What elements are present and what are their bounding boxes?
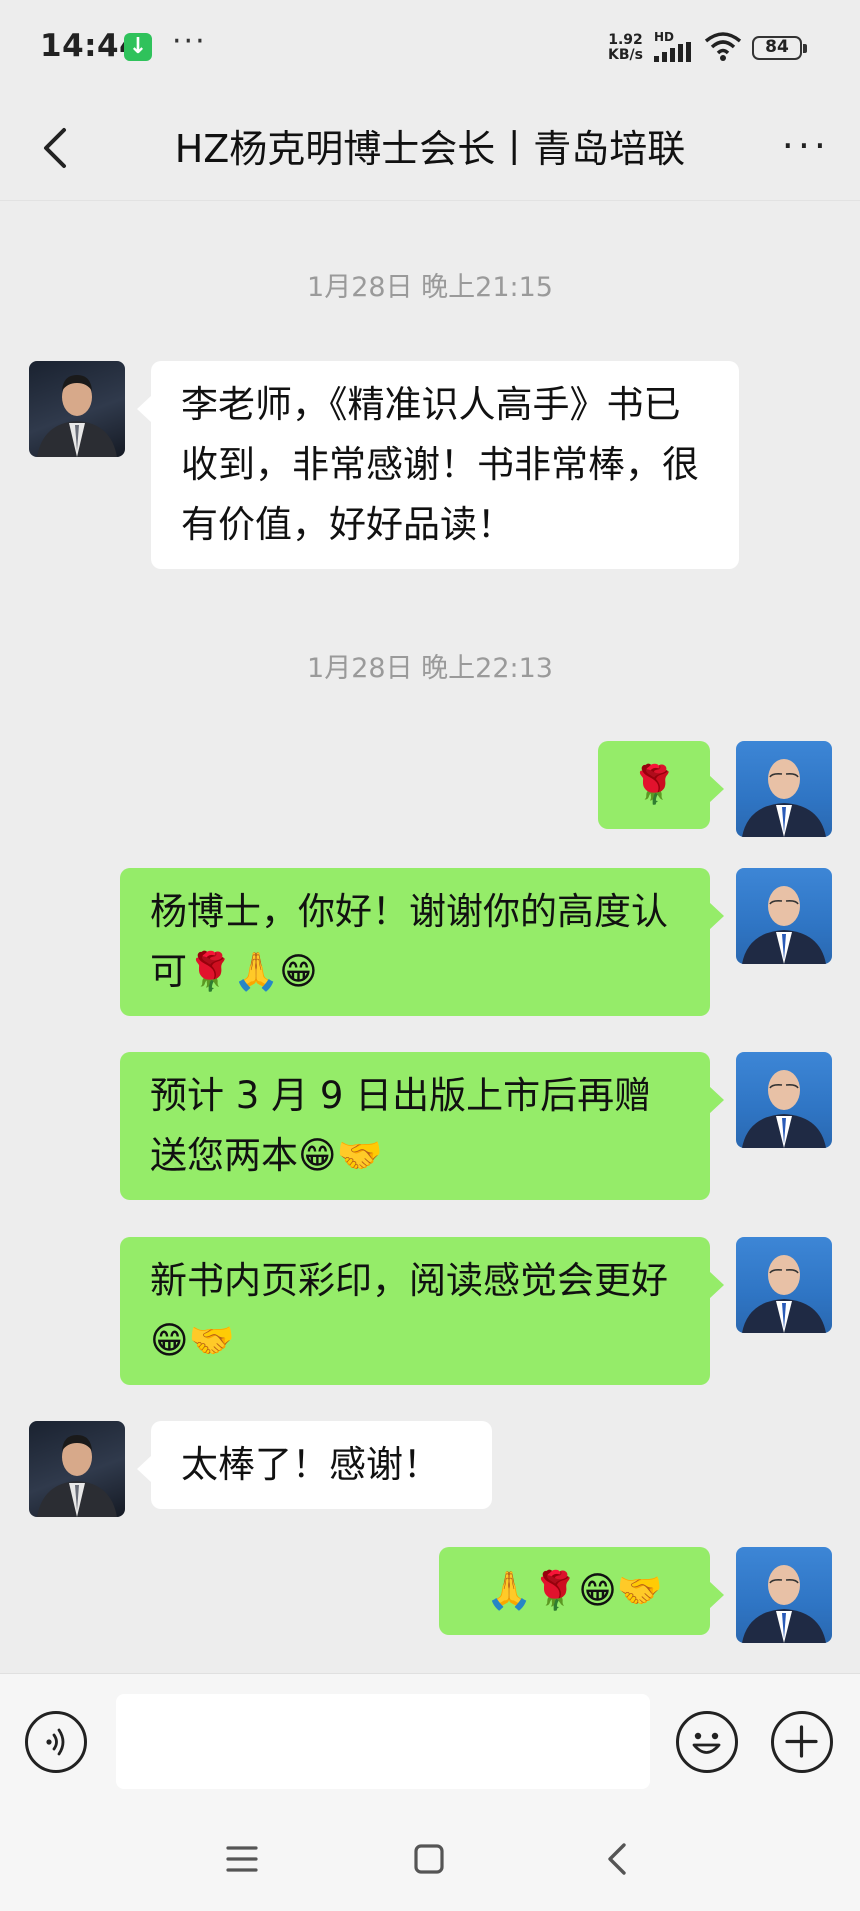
back-icon[interactable]: [600, 1840, 634, 1878]
avatar[interactable]: [29, 1421, 125, 1517]
message-bubble-outgoing[interactable]: 预计 3 月 9 日出版上市后再赠送您两本😁🤝: [120, 1052, 724, 1200]
avatar[interactable]: [736, 1547, 832, 1643]
avatar[interactable]: [736, 868, 832, 964]
plus-icon[interactable]: [771, 1711, 833, 1773]
voice-icon[interactable]: [25, 1711, 87, 1773]
more-dots-icon[interactable]: ···: [782, 124, 830, 168]
message-bubble-outgoing[interactable]: 🌹: [598, 741, 724, 829]
timestamp: 1月28日 晚上21:15: [307, 272, 553, 303]
chat-title: HZ杨克明博士会长丨青岛培联: [174, 127, 686, 171]
menu-icon[interactable]: [225, 1842, 259, 1876]
wifi-icon: [704, 32, 742, 61]
home-icon[interactable]: [412, 1842, 446, 1876]
battery-icon: 84: [752, 36, 807, 60]
message-bubble-incoming[interactable]: 太棒了！感谢！: [137, 1421, 492, 1509]
avatar[interactable]: [736, 1052, 832, 1148]
avatar[interactable]: [29, 361, 125, 457]
status-bar: 14:44 ↓ ··· 1.92 KB/s HD 84: [0, 0, 860, 100]
message-bubble-outgoing[interactable]: 杨博士，你好！谢谢你的高度认可🌹🙏😁: [120, 868, 724, 1016]
message-bubble-incoming[interactable]: 李老师，《精准识人高手》书已收到，非常感谢！书非常棒，很有价值，好好品读！: [137, 361, 739, 569]
chat-header: HZ杨克明博士会长丨青岛培联 ···: [0, 100, 860, 201]
system-nav-bar: [0, 1809, 860, 1911]
message-bubble-outgoing[interactable]: 新书内页彩印，阅读感觉会更好😁🤝: [120, 1237, 724, 1385]
input-bar: [0, 1673, 860, 1810]
network-speed-value: 1.92: [608, 32, 643, 48]
more-notifications-icon: ···: [172, 24, 207, 59]
message-bubble-outgoing[interactable]: 🙏🌹😁🤝: [439, 1547, 724, 1635]
avatar[interactable]: [736, 741, 832, 837]
signal-icon: [654, 42, 691, 62]
message-input[interactable]: [116, 1694, 650, 1789]
network-speed: 1.92 KB/s: [608, 33, 643, 63]
chevron-left-icon[interactable]: [34, 118, 74, 178]
emoji-icon[interactable]: [676, 1711, 738, 1773]
network-speed-unit: KB/s: [608, 47, 643, 63]
download-notification-icon: ↓: [124, 33, 152, 61]
timestamp: 1月28日 晚上22:13: [307, 653, 553, 684]
avatar[interactable]: [736, 1237, 832, 1333]
